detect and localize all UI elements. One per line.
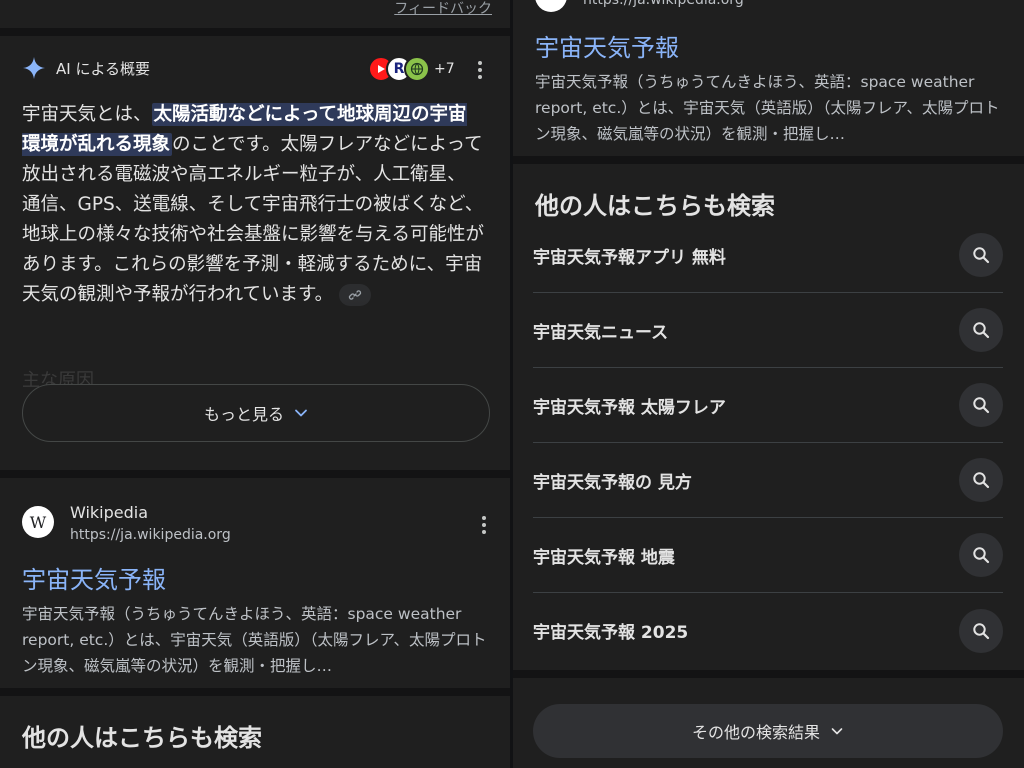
result-url[interactable]: https://ja.wikipedia.org: [583, 0, 744, 8]
search-icon[interactable]: [959, 458, 1003, 502]
related-search-item[interactable]: 宇宙天気予報 2025: [533, 593, 1003, 668]
globe-logo-icon: [404, 56, 430, 82]
chevron-down-icon: [295, 409, 307, 417]
result-snippet: 宇宙天気予報（うちゅうてんきよほう、英語：space weather repor…: [535, 73, 1000, 143]
search-icon[interactable]: [959, 383, 1003, 427]
ai-text-before: 宇宙天気とは、: [22, 104, 152, 125]
more-search-results-button[interactable]: その他の検索結果: [533, 704, 1003, 758]
result-site-name[interactable]: Wikipedia: [70, 503, 148, 522]
section-separator: [0, 470, 510, 478]
section-separator: [513, 156, 1024, 164]
related-search-query: 宇宙天気予報 太陽フレア: [533, 397, 726, 418]
related-search-item[interactable]: 宇宙天気ニュース: [533, 293, 1003, 368]
wikipedia-favicon-icon: [535, 0, 567, 12]
chevron-down-icon: [831, 728, 843, 735]
ai-overview-title: AI による概要: [56, 59, 151, 78]
sparkle-icon: [23, 57, 45, 79]
section-separator: [513, 670, 1024, 678]
related-search-item[interactable]: 宇宙天気予報 太陽フレア: [533, 368, 1003, 443]
ai-overview-text: 宇宙天気とは、 太陽活動などによって地球周辺の宇宙環境が乱れる現象 のことです。太陽…: [22, 100, 484, 310]
sources-more-count: +7: [434, 61, 455, 77]
search-icon[interactable]: [959, 308, 1003, 352]
related-search-query: 宇宙天気予報アプリ 無料: [533, 247, 726, 268]
related-search-item[interactable]: 宇宙天気予報 地震: [533, 518, 1003, 593]
left-panel: フィードバック AI による概要 R +7 宇宙天気とは、 太陽活動などによって地…: [0, 0, 510, 768]
result-more-options-icon[interactable]: [474, 514, 494, 536]
right-panel: https://ja.wikipedia.org 宇宙天気予報 宇宙天気予報（う…: [513, 0, 1024, 768]
search-icon[interactable]: [959, 608, 1003, 653]
section-separator: [0, 28, 510, 36]
ai-text-after: のことです。太陽フレアなどによって放出される電磁波や高エネルギー粒子が、人工衛星…: [22, 134, 484, 305]
related-search-item[interactable]: 宇宙天気予報の 見方: [533, 443, 1003, 518]
show-more-button[interactable]: もっと見る: [22, 384, 490, 442]
show-more-label: もっと見る: [203, 405, 284, 424]
ai-overview-header: AI による概要: [22, 56, 150, 80]
ai-overview-more-options-icon[interactable]: [470, 59, 490, 81]
ai-sources[interactable]: R +7: [368, 56, 455, 82]
result-title-link[interactable]: 宇宙天気予報: [22, 560, 166, 595]
wikipedia-favicon-icon: W: [22, 506, 54, 538]
result-url[interactable]: https://ja.wikipedia.org: [70, 527, 231, 543]
related-search-item[interactable]: 宇宙天気予報アプリ 無料: [533, 218, 1003, 293]
people-also-search-heading: 他の人はこちらも検索: [535, 192, 775, 220]
section-separator: [0, 688, 510, 696]
search-icon[interactable]: [959, 233, 1003, 277]
feedback-link[interactable]: フィードバック: [394, 0, 492, 18]
related-search-query: 宇宙天気予報の 見方: [533, 472, 692, 493]
related-search-query: 宇宙天気予報 地震: [533, 547, 675, 568]
more-search-results-label: その他の検索結果: [691, 723, 820, 742]
search-icon[interactable]: [959, 533, 1003, 577]
related-search-query: 宇宙天気ニュース: [533, 322, 669, 343]
people-also-search-heading: 他の人はこちらも検索: [22, 724, 262, 752]
result-title-link[interactable]: 宇宙天気予報: [535, 28, 679, 63]
related-search-query: 宇宙天気予報 2025: [533, 623, 689, 643]
result-snippet: 宇宙天気予報（うちゅうてんきよほう、英語：space weather repor…: [22, 605, 487, 675]
